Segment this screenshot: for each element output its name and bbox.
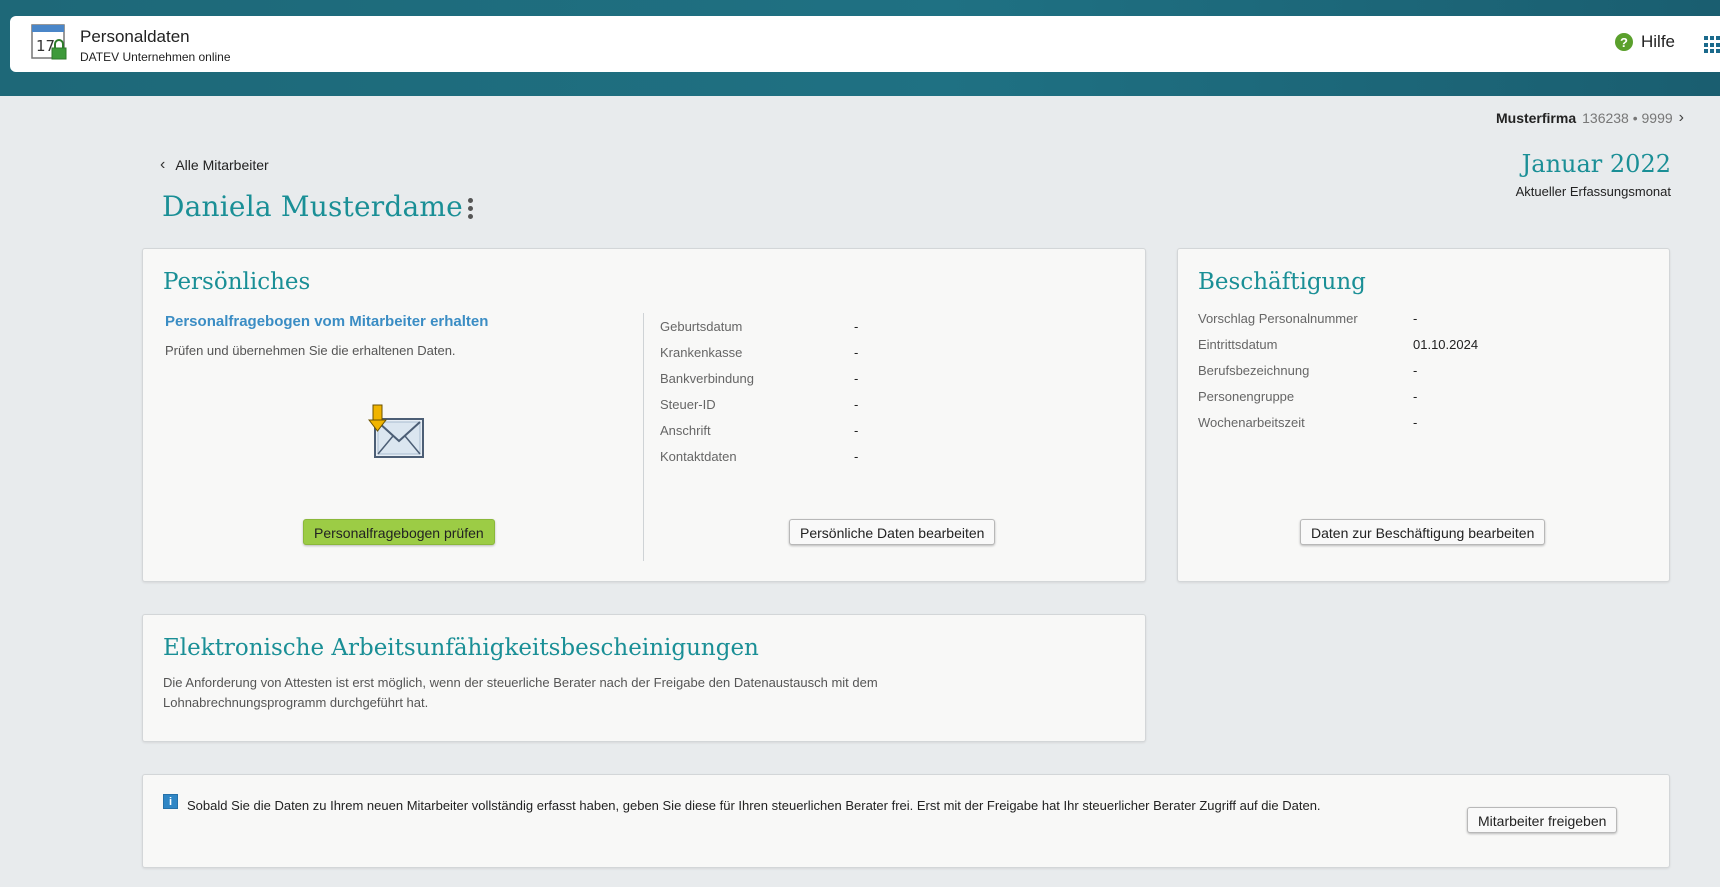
questionnaire-link[interactable]: Personalfragebogen vom Mitarbeiter erhal…: [165, 313, 488, 330]
app-bar: 17 Personaldaten DATEV Unternehmen onlin…: [10, 16, 1720, 72]
help-circle-icon: ?: [1615, 33, 1633, 51]
period-month: Januar 2022: [1521, 150, 1671, 178]
field-row: Eintrittsdatum 01.10.2024: [1198, 331, 1478, 357]
field-value: -: [854, 370, 859, 386]
field-row: Krankenkasse -: [660, 339, 858, 365]
field-row: Berufsbezeichnung -: [1198, 357, 1478, 383]
field-label: Bankverbindung: [660, 370, 754, 386]
employment-fields: Vorschlag Personalnummer - Eintrittsdatum…: [1198, 305, 1478, 435]
field-value: -: [854, 396, 859, 412]
field-label: Vorschlag Personalnummer: [1198, 310, 1358, 326]
field-label: Kontaktdaten: [660, 448, 737, 464]
field-value: -: [854, 448, 859, 464]
kebab-menu-icon[interactable]: [466, 198, 474, 220]
field-row: Wochenarbeitszeit -: [1198, 409, 1478, 435]
help-label: Hilfe: [1641, 32, 1676, 51]
field-value: -: [854, 344, 859, 360]
field-label: Wochenarbeitszeit: [1198, 414, 1305, 430]
field-value: -: [1413, 362, 1418, 378]
chevron-right-icon: ›: [1678, 109, 1684, 126]
company-name: Musterfirma: [1495, 110, 1577, 126]
employment-card: Beschäftigung Vorschlag Personalnummer - …: [1177, 248, 1670, 582]
app-grid-icon[interactable]: [1704, 36, 1720, 54]
field-label: Berufsbezeichnung: [1198, 362, 1310, 378]
field-row: Personengruppe -: [1198, 383, 1478, 409]
edit-employment-button[interactable]: Daten zur Beschäftigung bearbeiten: [1300, 519, 1546, 545]
field-label: Anschrift: [660, 422, 711, 438]
period-label: Aktueller Erfassungsmonat: [1515, 184, 1671, 199]
app-subtitle: DATEV Unternehmen online: [80, 50, 231, 64]
company-selector[interactable]: Musterfirma 136238 • 9999 ›: [1496, 109, 1684, 127]
field-label: Eintrittsdatum: [1198, 336, 1278, 352]
personal-card-title: Persönliches: [163, 269, 311, 295]
release-card: i Sobald Sie die Daten zu Ihrem neuen Mi…: [142, 774, 1670, 868]
employment-card-title: Beschäftigung: [1198, 269, 1366, 295]
field-label: Steuer-ID: [660, 396, 716, 412]
eau-card: Elektronische Arbeitsunfähigkeitsbeschei…: [142, 614, 1146, 742]
chevron-left-icon: ‹: [160, 156, 166, 173]
field-value: -: [1413, 388, 1418, 404]
personal-card: Persönliches Personalfragebogen vom Mita…: [142, 248, 1146, 582]
field-value: -: [854, 422, 859, 438]
release-employee-button[interactable]: Mitarbeiter freigeben: [1467, 807, 1618, 833]
employee-name: Daniela Musterdame: [162, 190, 463, 223]
field-row: Vorschlag Personalnummer -: [1198, 305, 1478, 331]
field-label: Geburtsdatum: [660, 318, 743, 334]
app-title: Personaldaten: [80, 27, 190, 46]
field-value: 01.10.2024: [1413, 336, 1479, 352]
field-row: Bankverbindung -: [660, 365, 858, 391]
company-number: 136238 • 9999: [1582, 110, 1673, 126]
field-value: -: [1413, 310, 1418, 326]
eau-card-title: Elektronische Arbeitsunfähigkeitsbeschei…: [163, 635, 759, 661]
field-row: Geburtsdatum -: [660, 313, 858, 339]
field-label: Krankenkasse: [660, 344, 743, 360]
field-label: Personengruppe: [1198, 388, 1295, 404]
check-questionnaire-button[interactable]: Personalfragebogen prüfen: [303, 519, 495, 545]
back-link[interactable]: ‹ Alle Mitarbeiter: [160, 156, 269, 174]
field-row: Kontaktdaten -: [660, 443, 858, 469]
edit-personal-button[interactable]: Persönliche Daten bearbeiten: [789, 519, 996, 545]
back-link-label: Alle Mitarbeiter: [175, 157, 269, 173]
help-button[interactable]: ? Hilfe: [1615, 32, 1675, 52]
field-row: Anschrift -: [660, 417, 858, 443]
info-icon: i: [163, 794, 178, 809]
calendar-lock-icon[interactable]: 17: [30, 22, 70, 62]
card-divider: [643, 313, 644, 561]
field-row: Steuer-ID -: [660, 391, 858, 417]
mail-download-icon: [367, 403, 427, 463]
questionnaire-text: Prüfen und übernehmen Sie die erhaltenen…: [165, 343, 456, 358]
release-text: Sobald Sie die Daten zu Ihrem neuen Mita…: [187, 798, 1321, 813]
field-value: -: [1413, 414, 1418, 430]
eau-text: Die Anforderung von Attesten ist erst mö…: [163, 675, 878, 710]
personal-fields: Geburtsdatum - Krankenkasse - Bankverbindu…: [660, 313, 858, 469]
field-value: -: [854, 318, 859, 334]
